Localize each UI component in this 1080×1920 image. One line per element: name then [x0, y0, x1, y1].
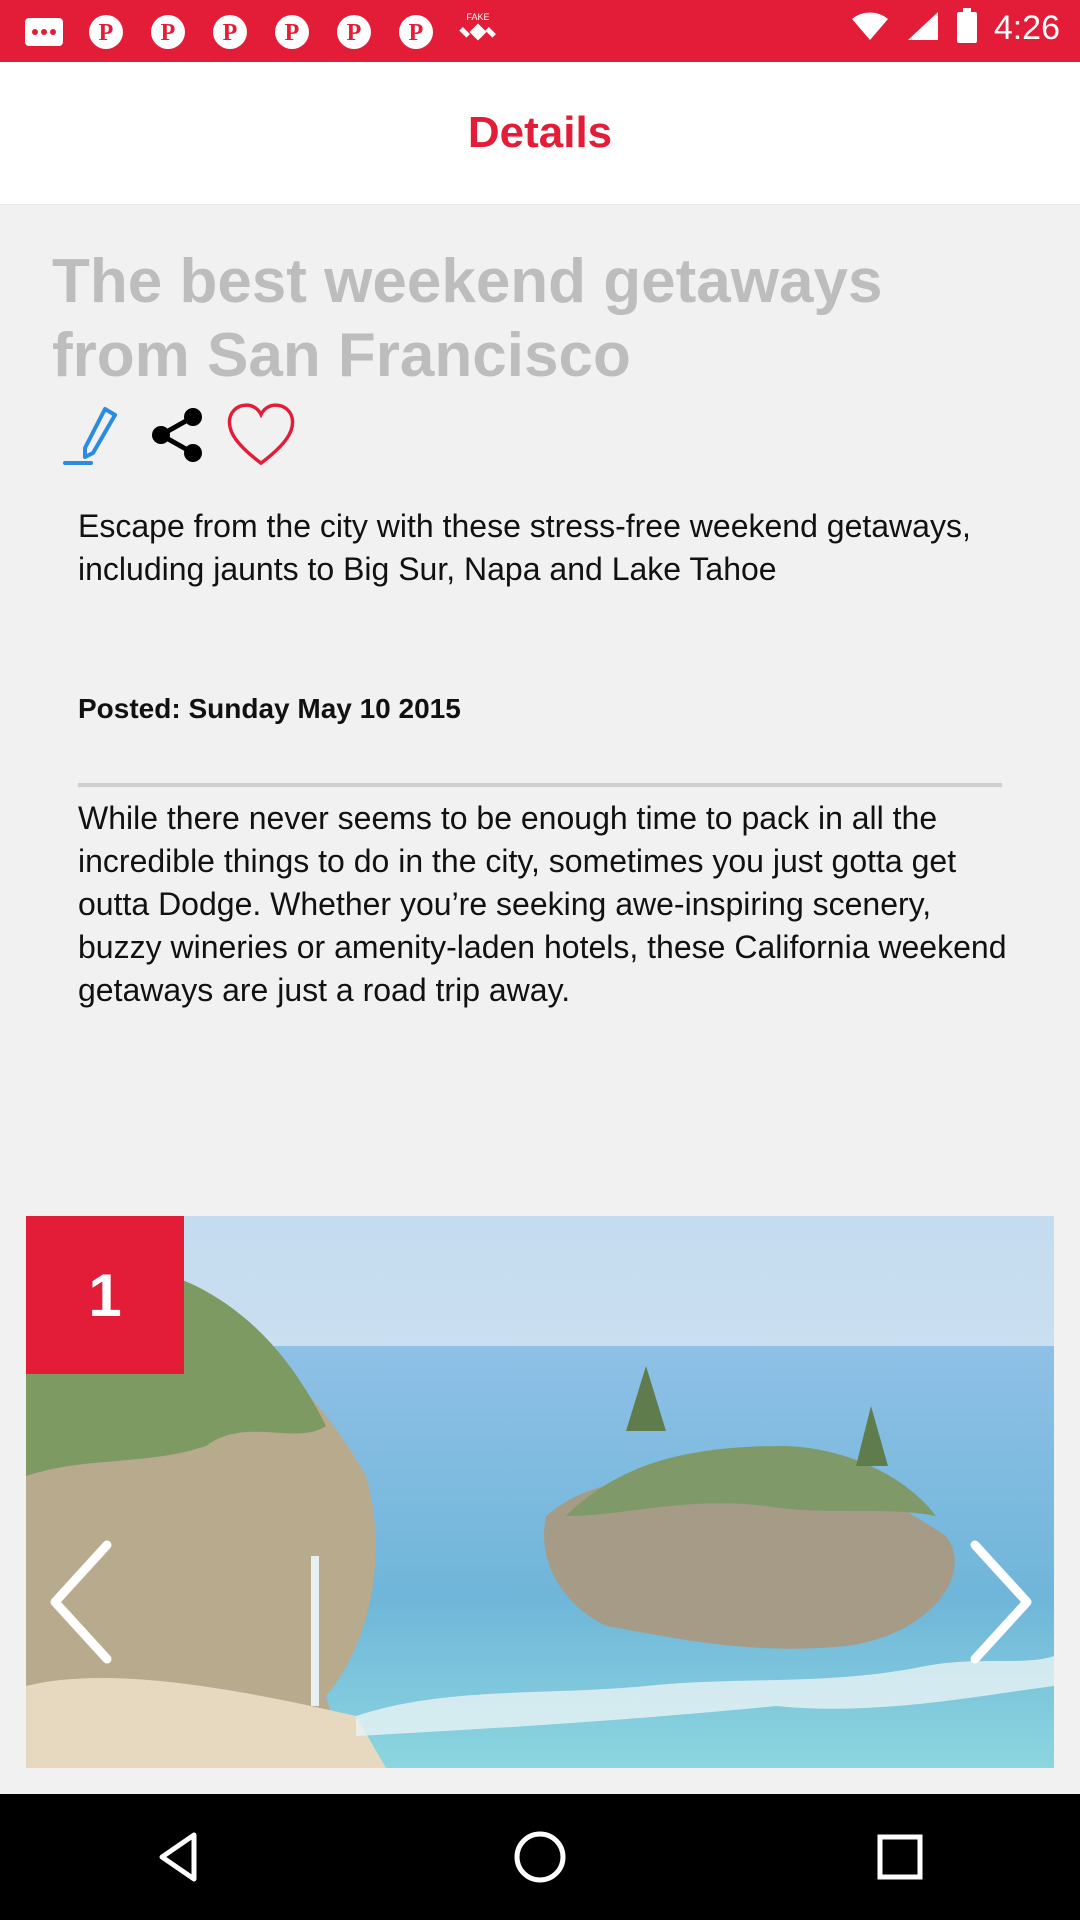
image-index-badge: 1	[26, 1216, 184, 1374]
satellite-icon: FAKE	[456, 10, 500, 54]
status-bar: P P P P P P FAKE 4:26	[0, 0, 1080, 62]
article-content: The best weekend getaways from San Franc…	[0, 205, 1080, 1215]
edit-icon[interactable]	[58, 395, 128, 475]
home-button[interactable]	[480, 1797, 600, 1917]
pinterest-icon: P	[394, 10, 438, 54]
article-actions	[58, 395, 296, 475]
page-title: Details	[467, 108, 613, 157]
clock: 4:26	[993, 9, 1060, 47]
signal-icon	[906, 10, 940, 47]
previous-image-button[interactable]	[36, 1532, 126, 1672]
svg-text:P: P	[285, 20, 300, 46]
chevron-right-icon	[970, 1540, 1032, 1664]
pinterest-icon: P	[84, 10, 128, 54]
favorite-heart-icon[interactable]	[226, 395, 296, 475]
app-bar: Details	[0, 62, 1080, 207]
svg-text:P: P	[347, 20, 362, 46]
pinterest-icon: P	[146, 10, 190, 54]
wifi-icon	[850, 10, 890, 47]
pinterest-icon: P	[332, 10, 376, 54]
article-title: The best weekend getaways from San Franc…	[52, 247, 883, 390]
next-image-button[interactable]	[956, 1532, 1046, 1672]
article-body: While there never seems to be enough tim…	[78, 800, 1007, 1008]
posted-date: Posted: Sunday May 10 2015	[78, 693, 461, 724]
system-status: 4:26	[850, 8, 1060, 49]
recents-button[interactable]	[840, 1797, 960, 1917]
svg-text:P: P	[409, 20, 424, 46]
svg-text:P: P	[99, 20, 114, 46]
article-summary: Escape from the city with these stress-f…	[78, 508, 971, 587]
bottom-spacer	[0, 1768, 1080, 1794]
chevron-left-icon	[50, 1540, 112, 1664]
message-icon	[22, 10, 66, 54]
notification-icons: P P P P P P FAKE	[22, 10, 500, 54]
system-nav-bar	[0, 1794, 1080, 1920]
recents-square-icon	[877, 1834, 923, 1880]
home-circle-icon	[514, 1831, 566, 1883]
divider	[78, 783, 1002, 787]
svg-text:P: P	[223, 20, 238, 46]
battery-icon	[956, 8, 978, 49]
back-button[interactable]	[120, 1797, 240, 1917]
back-triangle-icon	[159, 1832, 197, 1882]
share-icon[interactable]	[142, 395, 212, 475]
pinterest-icon: P	[270, 10, 314, 54]
pinterest-icon: P	[208, 10, 252, 54]
svg-text:P: P	[161, 20, 176, 46]
svg-text:FAKE: FAKE	[466, 12, 489, 22]
